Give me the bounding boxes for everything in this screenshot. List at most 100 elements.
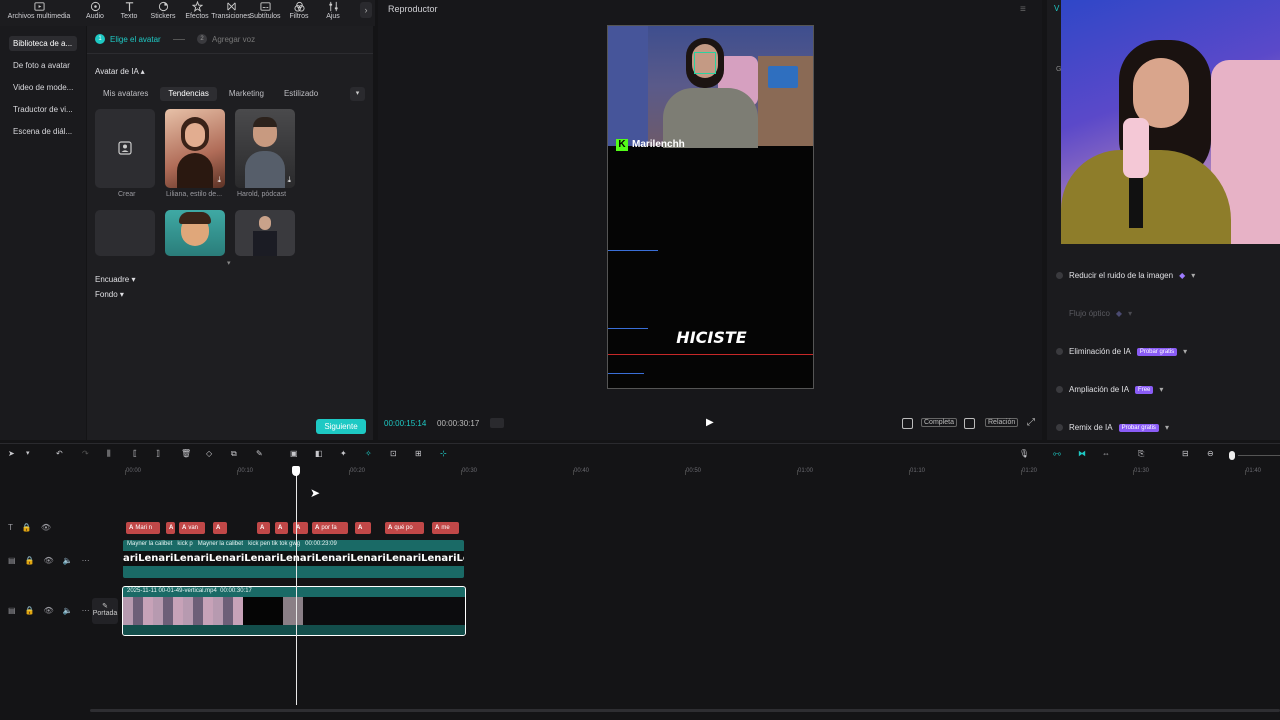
eye-icon[interactable]: 👁: [44, 556, 54, 565]
nav-photo-to-avatar[interactable]: De foto a avatar: [9, 58, 77, 73]
tab-my-avatars[interactable]: Mis avatares: [95, 87, 156, 101]
mic-record-icon[interactable]: 🎙: [1019, 449, 1031, 461]
lock-icon[interactable]: 🔒: [25, 556, 35, 565]
nav-video-translator[interactable]: Traductor de vi...: [9, 102, 77, 117]
nav-model-video[interactable]: Video de mode...: [9, 80, 77, 95]
lock-icon[interactable]: 🔒: [25, 606, 35, 615]
framing-dropdown[interactable]: Encuadre ▾: [95, 275, 136, 284]
caption-clip[interactable]: Mayner la calibet kick p Mayner la calib…: [123, 540, 464, 578]
select-caret-icon[interactable]: ▾: [26, 449, 38, 461]
zoom-slider-track[interactable]: [1238, 455, 1280, 456]
ai-remix-checkbox[interactable]: [1056, 424, 1063, 431]
text-clip[interactable]: A: [213, 522, 227, 534]
freeze-icon[interactable]: ▣: [290, 449, 302, 461]
cover-button[interactable]: ✎ Portada: [92, 598, 118, 624]
magic-icon[interactable]: ✎: [256, 449, 268, 461]
undo-icon[interactable]: ↶: [56, 449, 68, 461]
preview-axis-icon[interactable]: ⎘: [1138, 449, 1150, 461]
avatar-card-liliana[interactable]: ⤓: [165, 109, 225, 188]
smart-edit-icon[interactable]: ✧: [365, 449, 377, 461]
text-clip[interactable]: Apor fa: [312, 522, 348, 534]
toolbar-more-button[interactable]: ›: [360, 2, 372, 18]
option-denoise[interactable]: Reducir el ruido de la imagen ◆ ▾: [1056, 271, 1195, 280]
delete-icon[interactable]: 🗑: [181, 449, 193, 461]
auto-reframe-icon[interactable]: ⊹: [440, 449, 452, 461]
tool-adjust[interactable]: Ajus: [316, 0, 350, 26]
fit-icon[interactable]: ⊟: [1182, 449, 1194, 461]
text-clip[interactable]: A: [257, 522, 270, 534]
scroll-down-icon[interactable]: ▾: [227, 259, 231, 267]
link-icon[interactable]: ⇔: [1102, 449, 1114, 461]
timeline-scrollbar[interactable]: [90, 709, 1280, 712]
enhance-icon[interactable]: ⊞: [415, 449, 427, 461]
avatar-card-suit[interactable]: [235, 210, 295, 256]
background-dropdown[interactable]: Fondo ▾: [95, 290, 124, 299]
timecode-toggle[interactable]: [490, 418, 504, 428]
more-icon[interactable]: ⋯: [82, 556, 90, 565]
section-title[interactable]: Avatar de IA ▴: [95, 67, 145, 76]
ratio-button[interactable]: Relación: [985, 418, 1019, 427]
ai-cutout-icon[interactable]: ✦: [340, 449, 352, 461]
tool-transitions[interactable]: Transiciones: [211, 0, 251, 26]
trim-left-icon[interactable]: ⟦: [133, 449, 145, 461]
shield-icon[interactable]: ◇: [206, 449, 218, 461]
avatar-card-cartoon[interactable]: [165, 210, 225, 256]
mirror-icon[interactable]: ◧: [315, 449, 327, 461]
next-button[interactable]: Siguiente: [316, 419, 366, 434]
text-clip[interactable]: Avan: [179, 522, 205, 534]
step-choose-avatar[interactable]: 1 Elige el avatar: [95, 34, 161, 44]
tab-trending[interactable]: Tendencias: [160, 87, 217, 101]
option-ai-upscale[interactable]: Ampliación de IA Free ▾: [1056, 385, 1163, 394]
tool-stickers[interactable]: Stickers: [146, 0, 180, 26]
panel-tab-video[interactable]: V: [1054, 4, 1059, 13]
ai-upscale-checkbox[interactable]: [1056, 386, 1063, 393]
text-clip[interactable]: A: [166, 522, 175, 534]
tool-media[interactable]: Archivos multimedia: [0, 0, 78, 26]
auto-snap-icon[interactable]: ⧓: [1078, 449, 1090, 461]
tab-marketing[interactable]: Marketing: [221, 87, 272, 101]
nav-avatar-library[interactable]: Biblioteca de a...: [9, 36, 77, 51]
focus-icon[interactable]: [964, 418, 975, 429]
select-tool-icon[interactable]: ➤: [8, 449, 20, 461]
text-clip[interactable]: Aqué po: [385, 522, 424, 534]
tool-effects[interactable]: Efectos: [180, 0, 214, 26]
option-optical-flow[interactable]: Flujo óptico ◆ ▾: [1056, 309, 1132, 318]
full-quality-button[interactable]: Completa: [921, 418, 957, 427]
text-clip[interactable]: A Mari n: [126, 522, 160, 534]
redo-icon[interactable]: ↷: [82, 449, 94, 461]
eye-icon[interactable]: 👁: [41, 523, 51, 532]
tool-subtitles[interactable]: Subtítulos: [248, 0, 282, 26]
trim-right-icon[interactable]: ⟧: [156, 449, 168, 461]
tool-filters[interactable]: Filtros: [282, 0, 316, 26]
zoom-out-icon[interactable]: ⊖: [1207, 449, 1219, 461]
playhead-handle[interactable]: [292, 466, 300, 476]
overlay-icon[interactable]: ⊡: [390, 449, 402, 461]
eye-icon[interactable]: 👁: [44, 606, 54, 615]
text-clip[interactable]: A: [275, 522, 288, 534]
fullscreen-icon[interactable]: ⤢: [1027, 417, 1035, 428]
create-avatar-card[interactable]: [95, 109, 155, 188]
tool-text[interactable]: Texto: [112, 0, 146, 26]
tabs-dropdown-button[interactable]: ▾: [350, 87, 365, 101]
playhead[interactable]: [296, 469, 297, 705]
video-preview[interactable]: K Marilenchh HICISTE: [607, 25, 814, 389]
step-add-voice[interactable]: 2 Agregar voz: [197, 34, 255, 44]
volume-icon[interactable]: 🔈: [63, 606, 73, 615]
more-icon[interactable]: ⋯: [82, 606, 90, 615]
denoise-checkbox[interactable]: [1056, 272, 1063, 279]
avatar-card-harold[interactable]: ⤓: [235, 109, 295, 188]
option-ai-remix[interactable]: Remix de IA Probar gratis ▾: [1056, 423, 1169, 432]
main-track-magnet-icon[interactable]: ⧟: [1053, 449, 1065, 461]
tool-audio[interactable]: Audio: [78, 0, 112, 26]
main-video-clip[interactable]: 2025-11-11 00-01-49-vertical.mp4 00:00:3…: [122, 586, 466, 636]
text-clip[interactable]: Ame: [432, 522, 459, 534]
zoom-slider-thumb[interactable]: [1229, 451, 1235, 460]
text-clip[interactable]: A: [355, 522, 371, 534]
crop-icon[interactable]: [902, 418, 913, 429]
lock-icon[interactable]: 🔒: [22, 523, 32, 532]
tab-stylized[interactable]: Estilizado: [276, 87, 326, 101]
ai-removal-checkbox[interactable]: [1056, 348, 1063, 355]
volume-icon[interactable]: 🔈: [63, 556, 73, 565]
avatar-card-empty[interactable]: [95, 210, 155, 256]
play-button[interactable]: ▶: [706, 417, 714, 428]
